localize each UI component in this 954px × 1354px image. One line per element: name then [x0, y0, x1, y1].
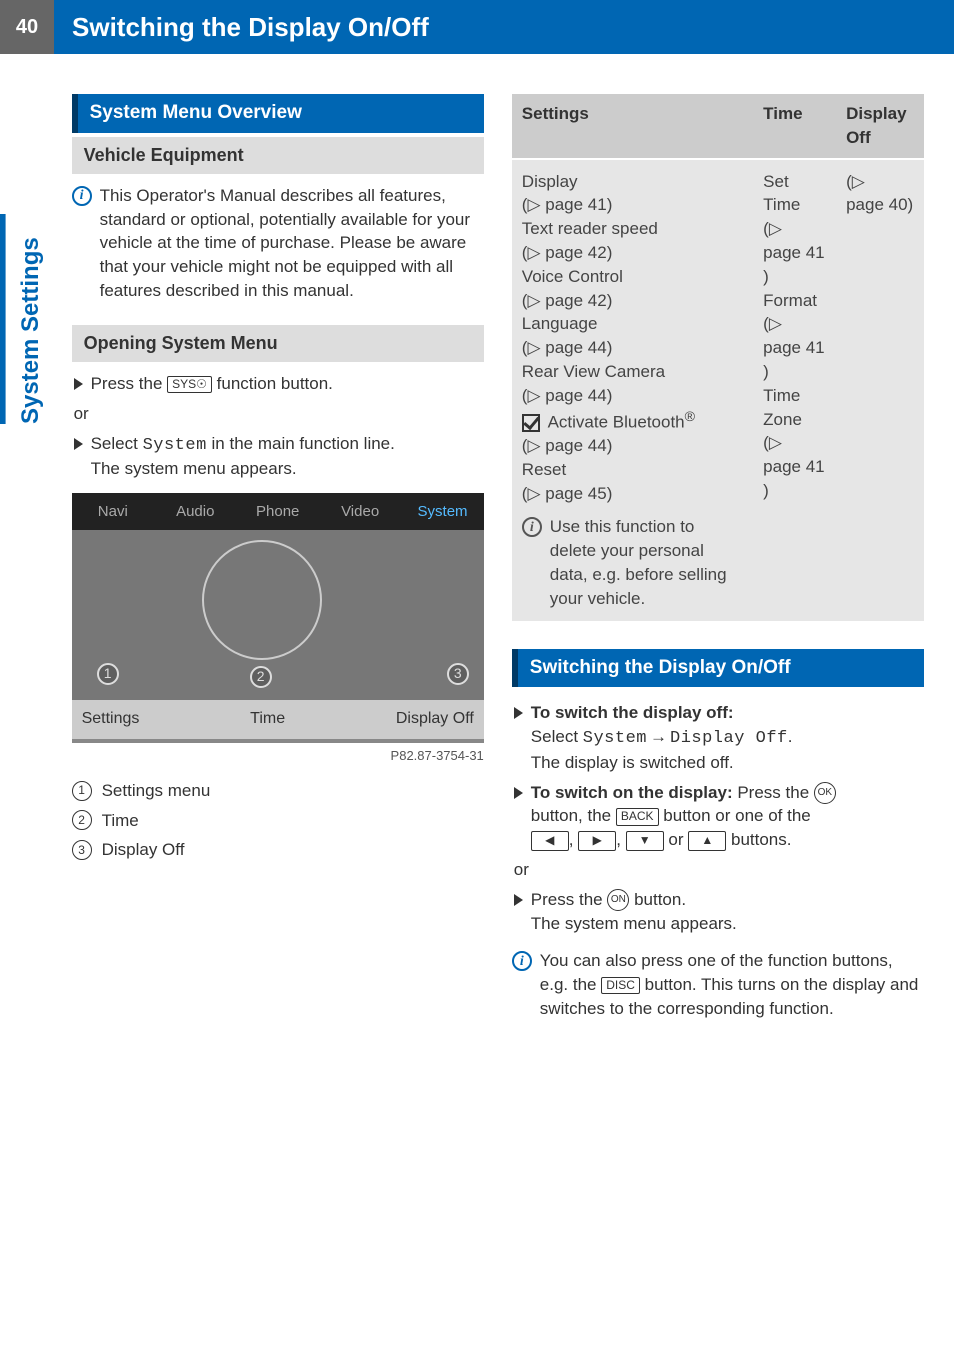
legend-num-icon: 2 [72, 810, 92, 830]
on-key-icon: ON [607, 889, 629, 911]
info-text: This Operator's Manual describes all fea… [100, 184, 484, 303]
subsection-opening-system-menu: Opening System Menu [72, 325, 484, 362]
subsection-vehicle-equipment: Vehicle Equipment [72, 137, 484, 174]
info-icon: i [512, 951, 532, 971]
up-key-icon: ▲ [688, 831, 726, 851]
legend-num-icon: 3 [72, 840, 92, 860]
right-column: Settings Time Display Off Display(▷ page… [512, 94, 924, 1039]
figure-footer-time: Time [250, 708, 285, 730]
legend-num-icon: 1 [72, 781, 92, 801]
figure-body: 1 2 3 [72, 530, 484, 700]
left-column: System Menu Overview Vehicle Equipment i… [72, 94, 484, 1039]
table-settings-note: Use this function to delete your persona… [550, 515, 743, 610]
step-arrow-icon [74, 438, 83, 450]
step-press-sys: Press the SYS☉ function button. [72, 372, 484, 396]
header-title: Switching the Display On/Off [54, 9, 429, 45]
info-text: You can also press one of the function b… [540, 949, 924, 1020]
figure-footer-settings: Settings [82, 708, 140, 730]
table-cell-display-off: (▷ page 40) [836, 159, 924, 621]
section-system-menu-overview: System Menu Overview [72, 94, 484, 133]
step-arrow-icon [514, 894, 523, 906]
figure-tab-video: Video [319, 493, 401, 530]
step-text: Press the SYS☉ function button. [91, 372, 333, 396]
callout-2: 2 [250, 666, 272, 688]
legend-item-1: 1Settings menu [72, 779, 484, 803]
table-cell-settings: Display(▷ page 41) Text reader speed(▷ p… [512, 159, 753, 621]
legend-item-3: 3Display Off [72, 838, 484, 862]
figure-tab-system: System [401, 493, 483, 530]
table-cell-time: Set Time(▷ page 41) Format(▷ page 41) Ti… [753, 159, 836, 621]
info-icon: i [522, 517, 542, 537]
info-icon: i [72, 186, 92, 206]
back-key-icon: BACK [616, 808, 659, 826]
section-switching-display: Switching the Display On/Off [512, 649, 924, 688]
right-key-icon: ▶ [578, 831, 616, 851]
left-key-icon: ◀ [531, 831, 569, 851]
step-text: Select System in the main function line.… [91, 432, 395, 482]
clock-gauge-icon [202, 540, 322, 660]
info-function-buttons: i You can also press one of the function… [512, 949, 924, 1020]
info-vehicle-equipment: i This Operator's Manual describes all f… [72, 184, 484, 303]
step-press-on: Press the ON button. The system menu app… [512, 888, 924, 936]
settings-table: Settings Time Display Off Display(▷ page… [512, 94, 924, 621]
step-text: To switch on the display: Press the OK b… [531, 781, 836, 852]
or-label: or [514, 858, 924, 882]
figure-tab-phone: Phone [236, 493, 318, 530]
page-number: 40 [0, 0, 54, 54]
step-text: To switch the display off: Select System… [531, 701, 793, 774]
down-key-icon: ▼ [626, 831, 664, 851]
step-select-system: Select System in the main function line.… [72, 432, 484, 482]
step-text: Press the ON button. The system menu app… [531, 888, 737, 936]
table-head-time: Time [753, 94, 836, 159]
table-head-settings: Settings [512, 94, 753, 159]
or-label: or [74, 402, 484, 426]
figure-caption: P82.87-3754-31 [72, 747, 484, 765]
ok-key-icon: OK [814, 782, 836, 804]
figure-tabs: Navi Audio Phone Video System [72, 493, 484, 530]
step-arrow-icon [514, 787, 523, 799]
step-switch-off: To switch the display off: Select System… [512, 701, 924, 774]
side-tab-system-settings: System Settings [0, 214, 56, 424]
step-arrow-icon [514, 707, 523, 719]
figure-tab-audio: Audio [154, 493, 236, 530]
step-switch-on: To switch on the display: Press the OK b… [512, 781, 924, 852]
page-header: 40 Switching the Display On/Off [0, 0, 954, 54]
table-head-display-off: Display Off [836, 94, 924, 159]
step-arrow-icon [74, 378, 83, 390]
sys-key-icon: SYS☉ [167, 376, 212, 394]
figure-footer: Settings Time Display Off [72, 700, 484, 738]
checkbox-icon [522, 414, 540, 432]
disc-key-icon: DISC [601, 977, 640, 995]
figure-footer-display-off: Display Off [396, 708, 474, 730]
figure-tab-navi: Navi [72, 493, 154, 530]
callout-3: 3 [447, 663, 469, 685]
callout-1: 1 [97, 663, 119, 685]
figure-legend: 1Settings menu 2Time 3Display Off [72, 779, 484, 862]
legend-item-2: 2Time [72, 809, 484, 833]
system-menu-figure: Navi Audio Phone Video System 1 2 3 Sett… [72, 493, 484, 742]
